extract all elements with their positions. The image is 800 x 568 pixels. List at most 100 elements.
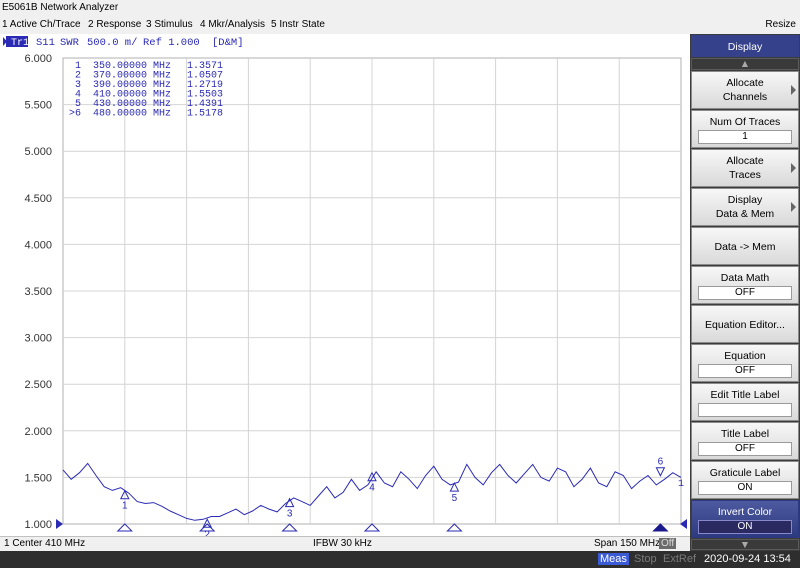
marker-label: 6 — [658, 457, 664, 468]
marker-label: 2 — [204, 529, 210, 536]
title-label-value: OFF — [698, 442, 792, 456]
y-tick-label: 4.000 — [24, 239, 52, 251]
edit-title-label-button[interactable]: Edit Title Label — [691, 383, 799, 421]
allocate-traces-label-1: Allocate — [726, 155, 764, 167]
ifbw[interactable]: IFBW 30 kHz — [313, 538, 372, 549]
marker-position-active-icon — [652, 523, 669, 532]
marker-icon — [202, 518, 213, 528]
y-tick-label: 2.000 — [24, 426, 52, 438]
marker-position-icon — [363, 523, 381, 532]
ref-position-left-icon[interactable] — [56, 519, 63, 529]
y-tick-label: 3.500 — [24, 286, 52, 298]
data-math-label: Data Math — [720, 272, 770, 284]
trace-end-label: 1 — [678, 479, 684, 490]
display-label: Display — [727, 194, 763, 206]
data-math-value: OFF — [698, 286, 792, 300]
window-title: E5061B Network Analyzer — [2, 2, 119, 13]
marker-label: 5 — [452, 493, 458, 504]
softkey-menu-title: Display — [691, 35, 799, 57]
equation-button[interactable]: Equation OFF — [691, 344, 799, 382]
num-of-traces-value: 1 — [698, 130, 792, 144]
swr-chart[interactable]: 6.000 5.500 5.000 4.500 4.000 3.500 3.000 2.500… — [0, 34, 690, 536]
marker-label: 3 — [287, 509, 293, 520]
y-tick-labels: 6.000 5.500 5.000 4.500 4.000 3.500 3.000 2.500… — [24, 53, 52, 531]
trace-parameter[interactable]: S11 — [36, 37, 55, 49]
title-label-label: Title Label — [720, 428, 770, 440]
invert-color-button[interactable]: Invert Color ON — [691, 500, 799, 538]
invert-color-label: Invert Color — [717, 506, 773, 518]
equation-editor-label: Equation Editor... — [705, 319, 785, 331]
marker-table-freq: 480.00000 MHz — [93, 109, 171, 120]
y-tick-label: 6.000 — [24, 53, 52, 65]
allocate-channels-button[interactable]: Allocate Channels — [691, 71, 799, 109]
marker-table-value: 1.5178 — [187, 109, 223, 120]
marker-icon — [655, 467, 666, 477]
softkey-scroll-down[interactable]: ▼ — [691, 539, 799, 550]
marker-position-icon — [281, 523, 298, 532]
measurement-plot[interactable]: 6.000 5.500 5.000 4.500 4.000 3.500 3.000 2.500… — [0, 34, 690, 536]
instrument-status-bar: Meas Stop ExtRef 2020-09-24 13:54 — [0, 551, 800, 568]
data-to-mem-label: Data -> Mem — [714, 241, 776, 253]
equation-value: OFF — [698, 364, 792, 378]
menu-response[interactable]: 2 Response — [88, 19, 141, 30]
menu-mkr-analysis[interactable]: 4 Mkr/Analysis — [200, 19, 265, 30]
trace-mode: [D&M] — [212, 37, 244, 49]
scroll-up-icon: ▲ — [739, 58, 751, 70]
span-frequency[interactable]: Span 150 MHz — [594, 538, 660, 549]
allocate-channels-label-1: Allocate — [726, 77, 764, 89]
y-tick-label: 3.000 — [24, 333, 52, 345]
meas-indicator: Meas — [598, 553, 629, 565]
y-tick-label: 4.500 — [24, 193, 52, 205]
edit-title-label-label: Edit Title Label — [710, 389, 780, 401]
center-frequency[interactable]: 1 Center 410 MHz — [4, 538, 85, 549]
num-of-traces-button[interactable]: Num Of Traces 1 — [691, 110, 799, 148]
data-to-mem-button[interactable]: Data -> Mem — [691, 227, 799, 265]
softkey-scroll-up[interactable]: ▲ — [691, 58, 799, 70]
y-tick-label: 1.500 — [24, 472, 52, 484]
data-math-button[interactable]: Data Math OFF — [691, 266, 799, 304]
trace-ref[interactable]: Ref 1.000 — [143, 37, 200, 49]
y-tick-label: 2.500 — [24, 379, 52, 391]
graticule-label-value: ON — [698, 481, 792, 495]
edit-title-label-field[interactable] — [698, 403, 792, 417]
equation-label: Equation — [724, 350, 766, 362]
marker-table: 1 350.00000 MHz 1.35712 370.00000 MHz 1.0507… — [69, 61, 223, 120]
equation-editor-button[interactable]: Equation Editor... — [691, 305, 799, 343]
display-button[interactable]: Display Data & Mem — [691, 188, 799, 226]
display-value: Data & Mem — [715, 208, 775, 220]
graticule-label-button[interactable]: Graticule Label ON — [691, 461, 799, 499]
stop-indicator: Stop — [634, 553, 657, 565]
allocate-traces-label-2: Traces — [729, 169, 761, 181]
menu-active-ch-trace[interactable]: 1 Active Ch/Trace — [2, 19, 81, 30]
marker-label: 4 — [369, 483, 375, 494]
menu-stimulus[interactable]: 3 Stimulus — [146, 19, 193, 30]
trace-label: Tr1 — [11, 38, 29, 49]
datetime: 2020-09-24 13:54 — [704, 553, 791, 565]
graticule-label-label: Graticule Label — [709, 467, 781, 479]
marker-position-icon — [446, 523, 463, 532]
marker-label: 1 — [122, 501, 128, 512]
menu-resize[interactable]: Resize — [765, 19, 796, 30]
title-label-button[interactable]: Title Label OFF — [691, 422, 799, 460]
allocate-channels-label-2: Channels — [722, 91, 768, 103]
y-tick-label: 1.000 — [24, 519, 52, 531]
num-of-traces-label: Num Of Traces — [709, 116, 781, 128]
softkey-panel: Display ▲ Allocate Channels Num Of Trace… — [690, 34, 800, 551]
power-off-badge: Off — [659, 538, 677, 549]
y-tick-label: 5.500 — [24, 100, 52, 112]
trace-scale[interactable]: 500.0 m/ — [87, 37, 137, 49]
scroll-down-icon: ▼ — [739, 539, 751, 551]
softkey-menu-title-label: Display — [727, 41, 763, 53]
channel-status-bar: 1 Center 410 MHz IFBW 30 kHz Span 150 MH… — [0, 536, 690, 551]
marker-position-icon — [116, 523, 134, 532]
trace-format[interactable]: SWR — [60, 37, 80, 49]
marker-position-indicators — [116, 523, 669, 532]
allocate-traces-button[interactable]: Allocate Traces — [691, 149, 799, 187]
submenu-arrow-icon — [791, 202, 796, 212]
window-titlebar: E5061B Network Analyzer — [0, 0, 800, 17]
menu-instr-state[interactable]: 5 Instr State — [271, 19, 325, 30]
invert-color-value: ON — [698, 520, 792, 534]
marker-table-id: >6 — [69, 109, 81, 120]
submenu-arrow-icon — [791, 85, 796, 95]
y-tick-label: 5.000 — [24, 146, 52, 158]
